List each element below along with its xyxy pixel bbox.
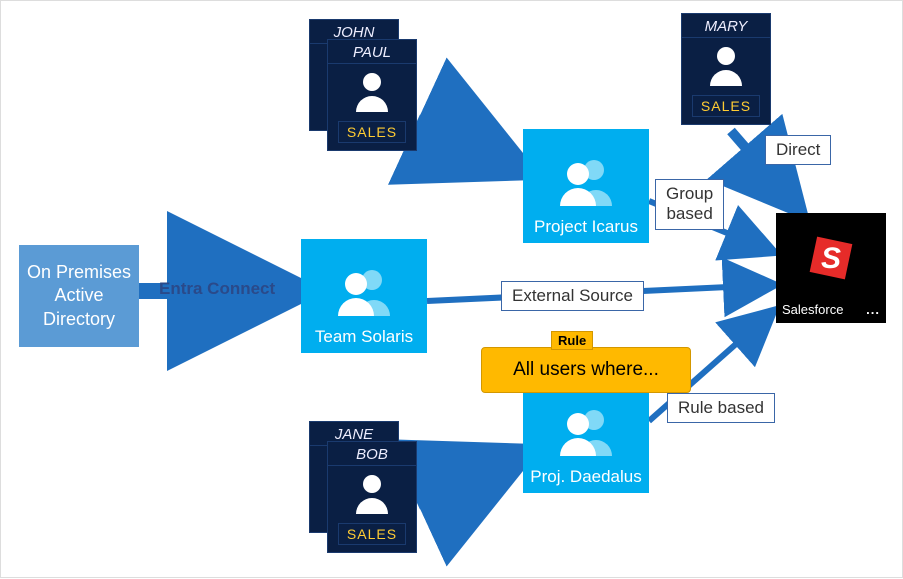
user-name: BOB bbox=[328, 446, 416, 466]
person-icon bbox=[703, 42, 749, 93]
user-card-bob: BOB SALES bbox=[327, 441, 417, 553]
group-label: Proj. Daedalus bbox=[530, 467, 642, 487]
edge-label-direct: Direct bbox=[765, 135, 831, 165]
group-label: Project Icarus bbox=[534, 217, 638, 237]
edge-label-external-source: External Source bbox=[501, 281, 644, 311]
edge-label-rule-based: Rule based bbox=[667, 393, 775, 423]
rule-text: All users where... bbox=[513, 359, 659, 381]
user-name: PAUL bbox=[328, 44, 416, 64]
onprem-ad-box: On Premises Active Directory bbox=[19, 245, 139, 347]
group-icon bbox=[554, 406, 618, 461]
group-icon bbox=[554, 156, 618, 211]
group-project-icarus: Project Icarus bbox=[523, 129, 649, 243]
salesforce-label: Salesforce bbox=[782, 302, 843, 317]
entra-connect-label: Entra Connect bbox=[159, 279, 275, 299]
rule-tag: Rule bbox=[551, 331, 593, 350]
svg-text:S: S bbox=[821, 242, 841, 275]
salesforce-logo-icon: S bbox=[803, 213, 859, 302]
person-icon bbox=[349, 470, 395, 521]
rule-box: All users where... bbox=[481, 347, 691, 393]
group-proj-daedalus: Proj. Daedalus bbox=[523, 379, 649, 493]
salesforce-tile[interactable]: S Salesforce ... bbox=[776, 213, 886, 323]
edge-label-group-based: Group based bbox=[655, 179, 724, 230]
group-label: Team Solaris bbox=[315, 327, 413, 347]
user-name: MARY bbox=[682, 18, 770, 38]
user-dept: SALES bbox=[338, 121, 406, 143]
user-card-mary: MARY SALES bbox=[681, 13, 771, 125]
user-dept: SALES bbox=[338, 523, 406, 545]
tile-menu-icon[interactable]: ... bbox=[866, 302, 880, 317]
person-icon bbox=[349, 68, 395, 119]
user-dept: SALES bbox=[692, 95, 760, 117]
group-team-solaris: Team Solaris bbox=[301, 239, 427, 353]
onprem-ad-label: On Premises Active Directory bbox=[27, 261, 131, 331]
group-icon bbox=[332, 266, 396, 321]
user-card-paul: PAUL SALES bbox=[327, 39, 417, 151]
